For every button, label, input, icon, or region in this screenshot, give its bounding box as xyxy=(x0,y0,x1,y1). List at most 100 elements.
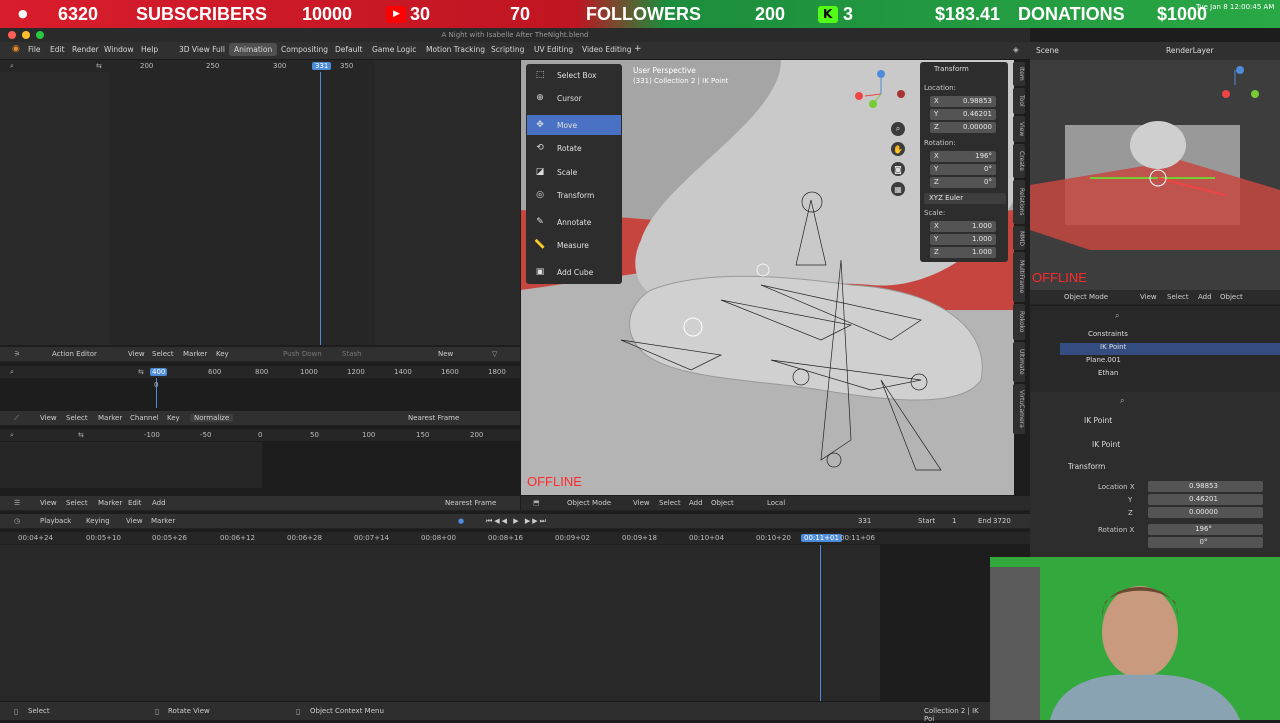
start-frame-field[interactable]: 1 xyxy=(952,517,956,525)
location-y-field[interactable]: Y 0.46201 xyxy=(930,109,996,120)
menu-view[interactable]: View xyxy=(126,517,143,525)
prop-location-y[interactable]: 0.46201 xyxy=(1148,494,1263,505)
menu-view[interactable]: View xyxy=(40,499,57,507)
swap-icon[interactable]: ⇆ xyxy=(138,368,144,376)
tool-measure[interactable]: 📏 Measure xyxy=(527,235,621,255)
location-z-field[interactable]: Z 0.00000 xyxy=(930,122,996,133)
timeline-playhead[interactable] xyxy=(820,545,821,701)
search-icon[interactable]: ⌕ xyxy=(10,431,14,440)
minimize-window-icon[interactable] xyxy=(22,31,30,39)
maximize-window-icon[interactable] xyxy=(36,31,44,39)
menu-key[interactable]: Key xyxy=(216,350,229,358)
graph-interp-select[interactable]: Nearest Frame xyxy=(408,414,459,422)
tab-uv-editing[interactable]: UV Editing xyxy=(534,45,573,54)
search-icon[interactable]: ⌕ xyxy=(1120,396,1124,406)
timeline-current-time[interactable]: 00:11+01 xyxy=(801,534,842,542)
rotation-x-field[interactable]: X 196° xyxy=(930,151,996,162)
blender-logo-icon[interactable]: ◉ xyxy=(12,44,20,54)
side-tab-tool[interactable]: Tool xyxy=(1013,88,1025,114)
action-playhead[interactable] xyxy=(156,378,157,408)
menu-playback[interactable]: Playback xyxy=(40,517,71,525)
current-frame-marker[interactable]: 331 xyxy=(312,62,332,70)
navigation-gizmo[interactable] xyxy=(851,64,911,119)
action-editor-mode[interactable]: Action Editor xyxy=(52,350,97,358)
side-tab-virtucamera[interactable]: VirtuCamera xyxy=(1013,384,1025,434)
side-tab-relations[interactable]: Relations xyxy=(1013,180,1025,224)
search-icon[interactable]: ⌕ xyxy=(10,368,14,377)
scale-z-field[interactable]: Z 1.000 xyxy=(930,247,996,258)
menu-file[interactable]: File xyxy=(28,45,41,54)
rotation-y-field[interactable]: Y 0° xyxy=(930,164,996,175)
menu-view[interactable]: View xyxy=(40,414,57,422)
search-icon[interactable]: ⌕ xyxy=(1115,311,1119,321)
menu-view[interactable]: View xyxy=(633,499,650,507)
menu-view[interactable]: View xyxy=(1140,293,1157,301)
secondary-viewport[interactable]: OFFLINE xyxy=(1030,60,1280,290)
menu-marker[interactable]: Marker xyxy=(183,350,207,358)
menu-view[interactable]: View xyxy=(128,350,145,358)
orientation-select[interactable]: Local xyxy=(767,499,785,507)
tab-motion-tracking[interactable]: Motion Tracking xyxy=(426,45,485,54)
record-icon[interactable]: ● xyxy=(458,517,464,525)
outliner-row-ik-point[interactable]: IK Point xyxy=(1060,343,1280,355)
tool-select-box[interactable]: ⬚ Select Box xyxy=(527,65,621,85)
tool-scale[interactable]: ◪ Scale xyxy=(527,162,621,182)
prop-location-z[interactable]: 0.00000 xyxy=(1148,507,1263,518)
side-tab-item[interactable]: Item xyxy=(1013,62,1025,86)
tab-3d-view-full[interactable]: 3D View Full xyxy=(179,45,225,54)
stash-button[interactable]: Stash xyxy=(342,350,362,358)
location-x-field[interactable]: X 0.98853 xyxy=(930,96,996,107)
side-tab-multiframe[interactable]: MultiFrame xyxy=(1013,252,1025,302)
menu-object[interactable]: Object xyxy=(711,499,734,507)
search-icon[interactable]: ⌕ xyxy=(10,62,14,71)
menu-marker[interactable]: Marker xyxy=(98,499,122,507)
new-action-button[interactable]: New xyxy=(438,350,453,358)
scene-name[interactable]: Scene xyxy=(1036,46,1059,55)
menu-marker[interactable]: Marker xyxy=(98,414,122,422)
menu-key[interactable]: Key xyxy=(167,414,180,422)
object-mode-select[interactable]: Object Mode xyxy=(567,499,611,507)
action-current-frame[interactable]: 400 xyxy=(150,368,168,376)
menu-keying[interactable]: Keying xyxy=(86,517,110,525)
menu-edit[interactable]: Edit xyxy=(128,499,142,507)
secondary-mode-select[interactable]: Object Mode xyxy=(1064,293,1108,301)
properties-sub-name[interactable]: IK Point xyxy=(1092,440,1120,449)
side-tab-view[interactable]: View xyxy=(1013,116,1025,142)
menu-object[interactable]: Object xyxy=(1220,293,1243,301)
tab-animation[interactable]: Animation xyxy=(229,43,278,56)
prop-rotation-x[interactable]: 196° xyxy=(1148,524,1263,535)
clock-icon[interactable]: ◷ xyxy=(14,517,20,525)
tab-compositing[interactable]: Compositing xyxy=(281,45,328,54)
swap-icon[interactable]: ⇆ xyxy=(78,431,84,439)
tool-annotate[interactable]: ✎ Annotate xyxy=(527,212,621,232)
menu-add[interactable]: Add xyxy=(689,499,703,507)
menu-select[interactable]: Select xyxy=(66,414,88,422)
editor-type-icon[interactable]: ⚞ xyxy=(14,350,20,358)
prop-rotation-y[interactable]: 0° xyxy=(1148,537,1263,548)
outliner-row-ethan[interactable]: Ethan xyxy=(1048,369,1273,381)
menu-select[interactable]: Select xyxy=(66,499,88,507)
camera-icon[interactable]: ◙ xyxy=(891,162,905,176)
grid-icon[interactable]: ▦ xyxy=(891,182,905,196)
tool-rotate[interactable]: ⟲ Rotate xyxy=(527,138,621,158)
tab-scripting[interactable]: Scripting xyxy=(491,45,524,54)
rotation-z-field[interactable]: Z 0° xyxy=(930,177,996,188)
nla-interp-select[interactable]: Nearest Frame xyxy=(445,499,496,507)
menu-marker[interactable]: Marker xyxy=(151,517,175,525)
outliner-row-plane[interactable]: Plane.001 xyxy=(1048,356,1273,368)
pan-icon[interactable]: ✋ xyxy=(891,142,905,156)
nla-editor-icon[interactable]: ☰ xyxy=(14,499,20,507)
tool-move[interactable]: ✥ Move xyxy=(527,115,621,135)
menu-select[interactable]: Select xyxy=(1167,293,1189,301)
swap-icon[interactable]: ⇆ xyxy=(96,62,102,70)
current-frame-field[interactable]: 331 xyxy=(858,517,871,525)
add-workspace-icon[interactable]: + xyxy=(634,44,642,54)
side-tab-rokoko[interactable]: Rokoko xyxy=(1013,304,1025,340)
tool-cursor[interactable]: ⊕ Cursor xyxy=(527,88,621,108)
prop-location-x[interactable]: 0.98853 xyxy=(1148,481,1263,492)
zoom-icon[interactable]: ⌕ xyxy=(891,122,905,136)
end-frame-field[interactable]: 3720 xyxy=(993,517,1011,525)
menu-add[interactable]: Add xyxy=(152,499,166,507)
top-playhead[interactable] xyxy=(320,72,321,345)
tab-default[interactable]: Default xyxy=(335,45,362,54)
